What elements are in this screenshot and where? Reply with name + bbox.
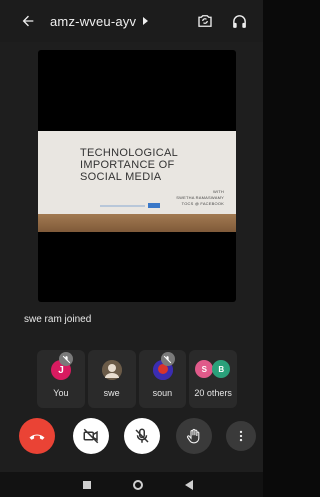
participant-tile-soun[interactable]: soun [138, 350, 187, 408]
more-vertical-icon [239, 430, 243, 442]
slide-title-line-1: TECHNOLOGICAL [80, 147, 179, 159]
slide-button-mark [148, 203, 160, 208]
back-button[interactable] [14, 0, 42, 42]
avatar [101, 360, 122, 380]
call-controls [0, 418, 263, 458]
top-bar: amz-wveu-ayv [0, 0, 263, 42]
shared-slide: TECHNOLOGICAL IMPORTANCE OF SOCIAL MEDIA… [38, 131, 236, 232]
hand-icon [186, 428, 200, 444]
end-call-button[interactable] [19, 418, 55, 454]
mic-off-icon [163, 355, 172, 363]
camera-off-icon [83, 428, 99, 444]
mic-off-badge [160, 352, 175, 366]
participant-name: You [53, 388, 69, 398]
slide-title-line-3: SOCIAL MEDIA [80, 171, 162, 183]
participant-tile-you[interactable]: J You [37, 350, 85, 408]
arrow-left-icon [22, 15, 34, 27]
mic-off-icon [135, 428, 149, 443]
home-icon [133, 480, 143, 490]
avatar: B [212, 360, 231, 378]
slide-title-line-2: IMPORTANCE OF [80, 159, 175, 171]
join-toast: swe ram joined [24, 314, 92, 325]
switch-camera-button[interactable] [193, 9, 217, 33]
recents-button[interactable] [80, 478, 94, 492]
meet-app: amz-wveu-ayv TECHNOLOGICAL IMPORTANCE OF… [0, 0, 263, 497]
slide-floor [38, 214, 236, 232]
participant-tile-others[interactable]: S B 20 others [189, 350, 237, 408]
meeting-code-button[interactable]: amz-wveu-ayv [50, 14, 149, 29]
top-actions [193, 9, 251, 33]
triangle-back-icon [184, 480, 193, 490]
system-nav-bar [0, 472, 263, 497]
person-photo-icon [101, 360, 122, 380]
slide-bar [100, 205, 145, 207]
slide-title: TECHNOLOGICAL IMPORTANCE OF SOCIAL MEDIA [80, 147, 230, 183]
mic-off-badge [59, 352, 73, 366]
presentation-tile[interactable]: TECHNOLOGICAL IMPORTANCE OF SOCIAL MEDIA… [38, 50, 236, 302]
avatar: S [195, 360, 214, 378]
meeting-code-label: amz-wveu-ayv [50, 13, 137, 29]
participant-name: soun [152, 388, 173, 398]
phone-hangup-icon [29, 434, 45, 440]
headphones-icon [232, 14, 246, 28]
mic-off-icon [62, 355, 70, 363]
home-button[interactable] [131, 478, 145, 492]
switch-camera-icon [198, 15, 212, 27]
participant-tile-swe[interactable]: swe [87, 350, 136, 408]
more-options-button[interactable] [226, 421, 256, 451]
participant-name: swe [103, 388, 120, 398]
others-count-label: 20 others [194, 388, 232, 398]
raise-hand-button[interactable] [176, 418, 212, 454]
participant-strip: J You swe soun S B 20 others [37, 350, 237, 408]
camera-toggle-button[interactable] [73, 418, 109, 454]
audio-output-button[interactable] [227, 9, 251, 33]
caret-right-icon [143, 17, 149, 25]
back-nav-button[interactable] [182, 478, 196, 492]
recents-icon [83, 481, 91, 489]
mic-toggle-button[interactable] [124, 418, 160, 454]
